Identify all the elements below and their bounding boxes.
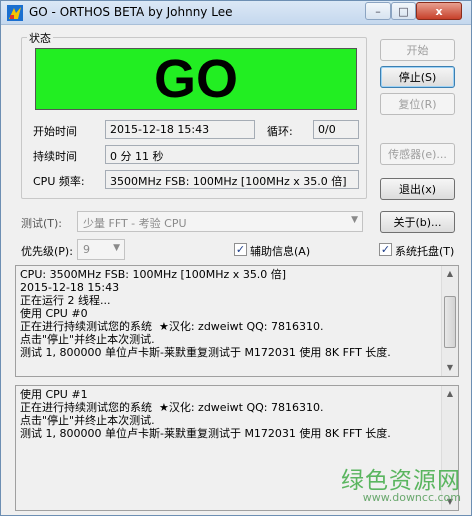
checkmark-icon: ✓ [235, 243, 246, 256]
scroll-thumb[interactable] [444, 296, 456, 348]
sensors-button[interactable]: 传感器(e)... [380, 143, 455, 165]
log-line: 2015-12-18 15:43 [20, 281, 120, 294]
minimize-icon: – [375, 4, 381, 18]
window-title: GO - ORTHOS BETA by Johnny Lee [29, 5, 233, 19]
watermark-url: www.downcc.com [362, 491, 461, 504]
start-time-label: 开始时间 [33, 125, 77, 138]
cpu-frequency-label: CPU 频率: [33, 175, 85, 188]
maximize-icon: □ [398, 4, 409, 18]
log-line: 正在进行持续测试您的系统 ★汉化: zdweiwt QQ: 7816310. [20, 320, 324, 333]
priority-select[interactable]: 9 ▼ [77, 239, 125, 260]
log-line: 使用 CPU #1 [20, 388, 88, 401]
watermark-text: 绿色资源网 [341, 468, 461, 494]
orthos-app-icon [7, 5, 23, 21]
start-time-field: 2015-12-18 15:43 [105, 120, 255, 139]
log-line: 测试 1, 800000 单位卢卡斯-莱默重复测试于 M172031 使用 8K… [20, 346, 391, 359]
chevron-down-icon: ▼ [113, 243, 120, 253]
close-icon: x [435, 4, 443, 18]
tray-checkbox[interactable]: ✓ [379, 243, 392, 256]
go-status-text: GO [153, 49, 238, 109]
priority-label: 优先级(P): [21, 245, 73, 258]
loop-label: 循环: [267, 125, 293, 138]
log-line: 使用 CPU #0 [20, 307, 88, 320]
close-button[interactable]: x [416, 2, 462, 20]
cpu-frequency-field: 3500MHz FSB: 100MHz [100MHz x 35.0 倍] [105, 170, 359, 189]
loop-field: 0/0 [313, 120, 359, 139]
priority-select-value: 9 [83, 243, 90, 256]
scroll-up-icon[interactable]: ▲ [442, 266, 458, 282]
title-bar[interactable]: GO - ORTHOS BETA by Johnny Lee – □ x [1, 1, 471, 25]
log-line: 点击"停止"并终止本次测试. [20, 333, 155, 346]
maximize-button[interactable]: □ [391, 2, 416, 20]
start-button[interactable]: 开始 [380, 39, 455, 61]
status-group-label: 状态 [27, 30, 53, 46]
stop-button[interactable]: 停止(S) [380, 66, 455, 88]
exit-button[interactable]: 退出(x) [380, 178, 455, 200]
aux-info-checkbox[interactable]: ✓ [234, 243, 247, 256]
scroll-up-icon[interactable]: ▲ [442, 386, 458, 402]
reset-button[interactable]: 复位(R) [380, 93, 455, 115]
aux-info-label[interactable]: 辅助信息(A) [250, 243, 310, 259]
log1-scrollbar[interactable]: ▲ ▼ [441, 266, 458, 376]
log-line: 正在运行 2 线程... [20, 294, 111, 307]
orthos-window: GO - ORTHOS BETA by Johnny Lee – □ x 状态 … [0, 0, 472, 516]
go-status-panel: GO [35, 48, 357, 110]
checkmark-icon: ✓ [380, 243, 391, 256]
duration-field: 0 分 11 秒 [105, 145, 359, 164]
log-line: 正在进行持续测试您的系统 ★汉化: zdweiwt QQ: 7816310. [20, 401, 324, 414]
log-line: 点击"停止"并终止本次测试. [20, 414, 155, 427]
chevron-down-icon: ▼ [351, 215, 358, 225]
tray-label[interactable]: 系统托盘(T) [395, 243, 454, 259]
scroll-down-icon[interactable]: ▼ [442, 360, 458, 376]
duration-label: 持续时间 [33, 150, 77, 163]
minimize-button[interactable]: – [365, 2, 391, 20]
log-line: 测试 1, 800000 单位卢卡斯-莱默重复测试于 M172031 使用 8K… [20, 427, 391, 440]
log-line: CPU: 3500MHz FSB: 100MHz [100MHz x 35.0 … [20, 268, 287, 281]
test-select[interactable]: 少量 FFT - 考验 CPU ▼ [77, 211, 363, 232]
watermark: 绿色资源网 www.downcc.com [309, 461, 465, 509]
test-label: 测试(T): [21, 217, 63, 230]
test-select-value: 少量 FFT - 考验 CPU [83, 217, 187, 230]
log-panel-cpu0[interactable]: CPU: 3500MHz FSB: 100MHz [100MHz x 35.0 … [15, 265, 459, 377]
about-button[interactable]: 关于(b)... [380, 211, 455, 233]
